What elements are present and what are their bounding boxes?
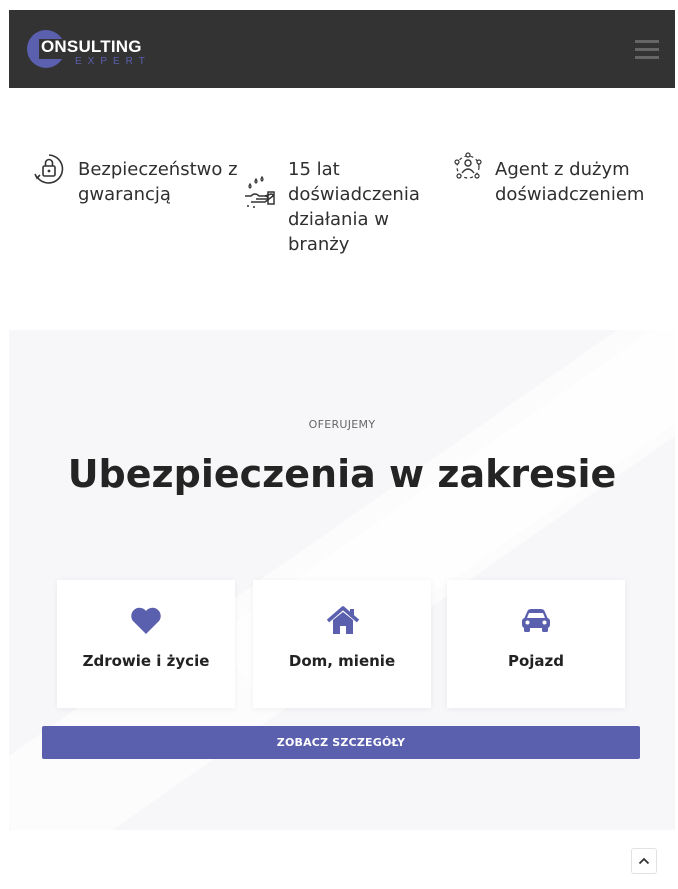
features-row: Bezpieczeństwo z gwarancją 15 lat doświa… xyxy=(0,150,678,270)
card-vehicle[interactable]: Pojazd xyxy=(447,580,625,708)
card-label: Dom, mienie xyxy=(288,652,396,670)
section-title: Ubezpieczenia w zakresie xyxy=(67,452,617,496)
card-label: Zdrowie i życie xyxy=(82,652,210,670)
hamburger-menu-icon[interactable] xyxy=(635,40,659,60)
agent-network-icon xyxy=(453,152,493,192)
card-health-life[interactable]: Zdrowie i życie xyxy=(57,580,235,708)
feature-text: 15 lat doświadczenia działania w branży xyxy=(288,159,420,255)
scroll-to-top-button[interactable] xyxy=(631,848,657,874)
feature-text: Bezpieczeństwo z gwarancją xyxy=(78,159,238,205)
feature-experience: 15 lat doświadczenia działania w branży xyxy=(242,152,438,257)
feature-security: Bezpieczeństwo z gwarancją xyxy=(32,152,243,207)
card-home-property[interactable]: Dom, mienie xyxy=(253,580,431,708)
see-details-button[interactable]: ZOBACZ SZCZEGÓŁY xyxy=(42,726,640,759)
logo-subtext: EXPERT xyxy=(75,56,151,67)
heart-icon xyxy=(130,606,162,636)
house-icon xyxy=(326,606,360,636)
site-header: ONSULTING EXPERT xyxy=(9,10,675,88)
hand-water-icon xyxy=(242,175,282,216)
feature-text: Agent z dużym doświadczeniem xyxy=(495,159,645,205)
feature-agent: Agent z dużym doświadczeniem xyxy=(453,152,665,207)
card-label: Pojazd xyxy=(507,652,565,670)
lock-shield-icon xyxy=(32,152,72,192)
chevron-up-icon xyxy=(638,852,650,870)
logo[interactable]: ONSULTING EXPERT xyxy=(27,28,187,70)
logo-text: ONSULTING xyxy=(41,37,142,56)
section-kicker: OFERUJEMY xyxy=(308,418,376,431)
car-icon xyxy=(520,606,552,636)
offer-section: OFERUJEMY Ubezpieczenia w zakresie Zdrow… xyxy=(9,330,675,830)
